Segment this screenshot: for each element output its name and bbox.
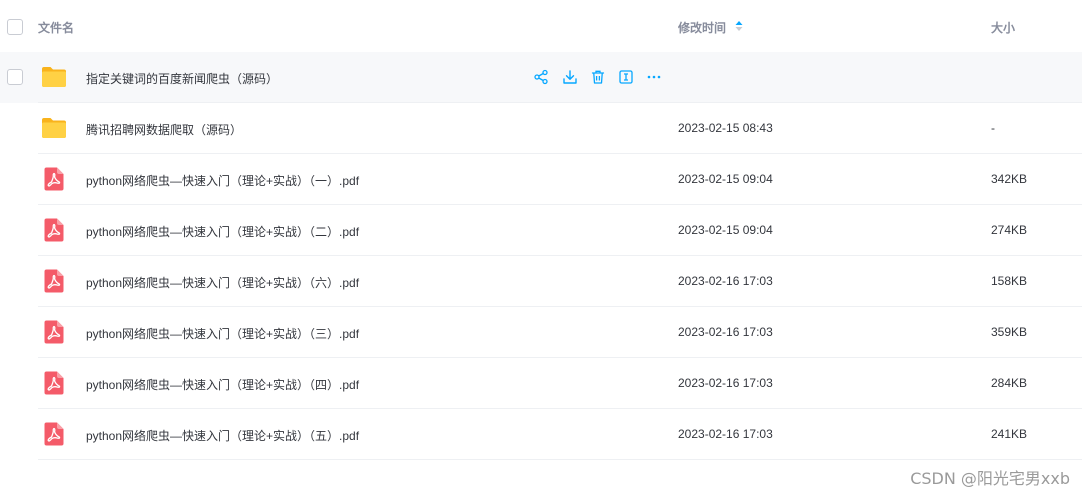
column-header-name[interactable]: 文件名 bbox=[38, 19, 74, 36]
file-size: 158KB bbox=[991, 274, 1028, 288]
folder-icon bbox=[42, 67, 66, 87]
rename-icon[interactable] bbox=[618, 69, 634, 85]
csdn-watermark: CSDN @阳光宅男xxb bbox=[910, 469, 1070, 488]
file-name[interactable]: python网络爬虫—快速入门（理论+实战）（三）.pdf bbox=[86, 325, 359, 342]
file-size: - bbox=[991, 121, 995, 135]
file-name[interactable]: python网络爬虫—快速入门（理论+实战）（一）.pdf bbox=[86, 172, 359, 189]
pdf-file-icon bbox=[44, 218, 64, 242]
file-row[interactable]: python网络爬虫—快速入门（理论+实战）（二）.pdf 2023-02-15… bbox=[0, 205, 1082, 256]
file-row[interactable]: 指定关键词的百度新闻爬虫（源码） bbox=[0, 52, 1082, 103]
folder-icon bbox=[42, 118, 66, 138]
file-size: 241KB bbox=[991, 427, 1028, 441]
file-modified-time: 2023-02-16 17:03 bbox=[678, 427, 773, 441]
table-header: 文件名 修改时间 大小 bbox=[0, 0, 1082, 52]
file-modified-time: 2023-02-15 09:04 bbox=[678, 223, 773, 237]
file-modified-time: 2023-02-16 17:03 bbox=[678, 376, 773, 390]
file-size: 284KB bbox=[991, 376, 1028, 390]
select-all-checkbox[interactable] bbox=[7, 19, 23, 35]
file-size: 359KB bbox=[991, 325, 1028, 339]
file-name[interactable]: python网络爬虫—快速入门（理论+实战）（五）.pdf bbox=[86, 427, 359, 444]
file-modified-time: 2023-02-15 09:04 bbox=[678, 172, 773, 186]
file-size: 342KB bbox=[991, 172, 1028, 186]
file-modified-time: 2023-02-16 17:03 bbox=[678, 274, 773, 288]
delete-icon[interactable] bbox=[590, 69, 606, 85]
file-name[interactable]: 腾讯招聘网数据爬取（源码） bbox=[86, 121, 242, 138]
file-row[interactable]: 腾讯招聘网数据爬取（源码） 2023-02-15 08:43 - bbox=[0, 103, 1082, 154]
file-row[interactable]: python网络爬虫—快速入门（理论+实战）（五）.pdf 2023-02-16… bbox=[0, 409, 1082, 460]
file-row[interactable]: python网络爬虫—快速入门（理论+实战）（三）.pdf 2023-02-16… bbox=[0, 307, 1082, 358]
file-row[interactable]: python网络爬虫—快速入门（理论+实战）（六）.pdf 2023-02-16… bbox=[0, 256, 1082, 307]
file-size: 274KB bbox=[991, 223, 1028, 237]
sort-arrow-icon[interactable] bbox=[735, 20, 743, 32]
column-header-size[interactable]: 大小 bbox=[991, 19, 1015, 36]
file-row[interactable]: python网络爬虫—快速入门（理论+实战）（四）.pdf 2023-02-16… bbox=[0, 358, 1082, 409]
file-name[interactable]: 指定关键词的百度新闻爬虫（源码） bbox=[86, 70, 278, 87]
file-row[interactable]: python网络爬虫—快速入门（理论+实战）（一）.pdf 2023-02-15… bbox=[0, 154, 1082, 205]
share-icon[interactable] bbox=[533, 69, 549, 85]
file-modified-time: 2023-02-16 17:03 bbox=[678, 325, 773, 339]
column-header-modified-time[interactable]: 修改时间 bbox=[678, 19, 726, 36]
pdf-file-icon bbox=[44, 167, 64, 191]
pdf-file-icon bbox=[44, 371, 64, 395]
pdf-file-icon bbox=[44, 422, 64, 446]
file-name[interactable]: python网络爬虫—快速入门（理论+实战）（四）.pdf bbox=[86, 376, 359, 393]
pdf-file-icon bbox=[44, 269, 64, 293]
file-name[interactable]: python网络爬虫—快速入门（理论+实战）（二）.pdf bbox=[86, 223, 359, 240]
more-icon[interactable] bbox=[646, 69, 662, 85]
file-list-table: 文件名 修改时间 大小 指定关键词的百度新闻爬虫（源码） 腾讯招聘网数据爬取（源… bbox=[0, 0, 1082, 460]
download-icon[interactable] bbox=[562, 69, 578, 85]
file-modified-time: 2023-02-15 08:43 bbox=[678, 121, 773, 135]
row-checkbox[interactable] bbox=[7, 69, 23, 85]
file-name[interactable]: python网络爬虫—快速入门（理论+实战）（六）.pdf bbox=[86, 274, 359, 291]
pdf-file-icon bbox=[44, 320, 64, 344]
